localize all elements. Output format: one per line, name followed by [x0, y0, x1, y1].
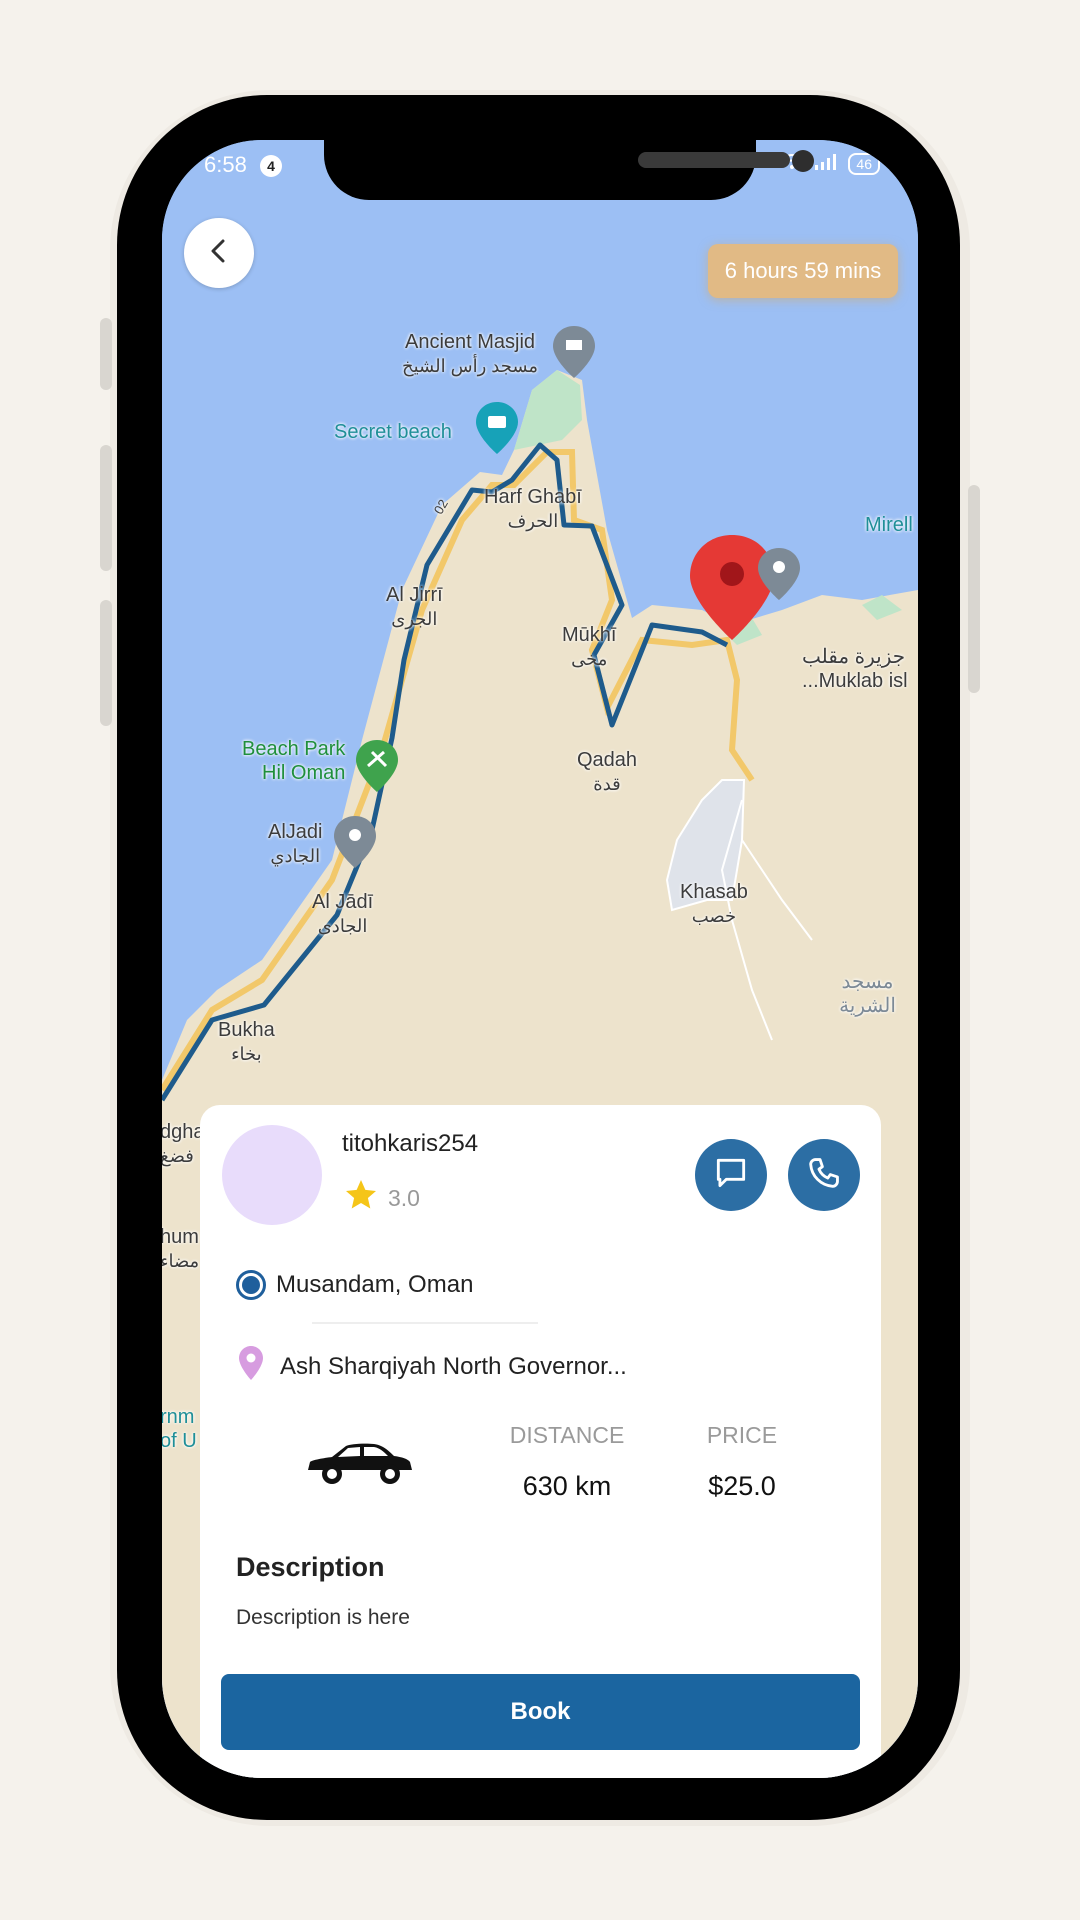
map-label-harf-ghabi: Harf Ghabī الحرف [484, 486, 582, 531]
volume-up-button [100, 445, 112, 571]
location-divider [312, 1322, 538, 1324]
map-label-beach-park: Beach Park Hil Oman [242, 738, 346, 784]
dropoff-location-text: Ash Sharqiyah North Governor... [280, 1352, 627, 1380]
driver-username: titohkaris254 [342, 1130, 479, 1157]
signal-icon [814, 153, 838, 175]
pickup-location-item[interactable]: Musandam, Oman [236, 1270, 473, 1300]
chat-icon [712, 1154, 750, 1197]
power-button [968, 485, 980, 693]
book-button[interactable]: Book [221, 1674, 860, 1750]
origin-radio-icon [236, 1270, 266, 1300]
price-label: PRICE [706, 1422, 778, 1448]
rating-value: 3.0 [388, 1184, 420, 1211]
map-label-edge-3: rnm of U [162, 1406, 197, 1452]
map-label-mukhi: Mūkhī مخى [562, 624, 617, 669]
dropoff-location-item[interactable]: Ash Sharqiyah North Governor... [238, 1345, 627, 1388]
screen: Ancient Masjid مسجد رأس الشيخ Secret beac… [162, 140, 918, 1778]
map-label-al-jadi: Al Jādī الجادى [312, 891, 374, 936]
pickup-location-text: Musandam, Oman [276, 1271, 474, 1298]
map-label-qadah: Qadah قدة [577, 749, 638, 794]
notch [324, 140, 814, 200]
distance-value: 630 km [522, 1471, 612, 1501]
notification-badge: 4 [260, 155, 282, 177]
map-pin-icon [238, 1345, 264, 1388]
price-value: $25.0 [708, 1471, 776, 1501]
map-label-secret-beach: Secret beach [334, 421, 452, 443]
volume-down-button [100, 600, 112, 726]
mute-switch [100, 318, 112, 390]
chevron-left-icon [205, 237, 233, 270]
car-icon [304, 1440, 414, 1491]
speaker [638, 152, 790, 168]
description-title: Description [236, 1552, 385, 1582]
map-label-ancient-masjid: Ancient Masjid مسجد رأس الشيخ [402, 331, 539, 376]
map-label-edge-1: dgha فضغ [162, 1121, 205, 1166]
status-time: 6:58 [204, 152, 247, 177]
chat-button[interactable] [695, 1139, 767, 1211]
avatar[interactable] [222, 1125, 322, 1225]
battery-icon: 46 [848, 153, 880, 175]
distance-stat: DISTANCE 630 km [497, 1422, 637, 1502]
star-icon [342, 1177, 380, 1219]
map-label-khasab: Khasab خصب [680, 881, 748, 926]
back-button[interactable] [184, 218, 254, 288]
map-label-edge-2: hum مضاء [162, 1226, 200, 1271]
map-label-bukha: Bukha بخاء [218, 1019, 275, 1064]
map-label-aljadi-poi: AlJadi الجادي [268, 821, 323, 866]
price-stat: PRICE $25.0 [687, 1422, 797, 1502]
map-label-muklab: جزيرة مقلب ...Muklab isl [802, 646, 908, 692]
eta-badge: 6 hours 59 mins [708, 244, 898, 298]
driver-rating: 3.0 [342, 1177, 420, 1219]
front-camera [792, 150, 814, 172]
map-label-mirell: Mirell [865, 514, 913, 536]
map-label-al-jirri: Al Jirrī الجرى [386, 584, 443, 629]
description-text: Description is here [236, 1606, 410, 1629]
map-label-masjid-sharia: مسجد الشرية [839, 971, 896, 1017]
call-button[interactable] [788, 1139, 860, 1211]
phone-icon [805, 1154, 843, 1197]
distance-label: DISTANCE [509, 1422, 625, 1448]
